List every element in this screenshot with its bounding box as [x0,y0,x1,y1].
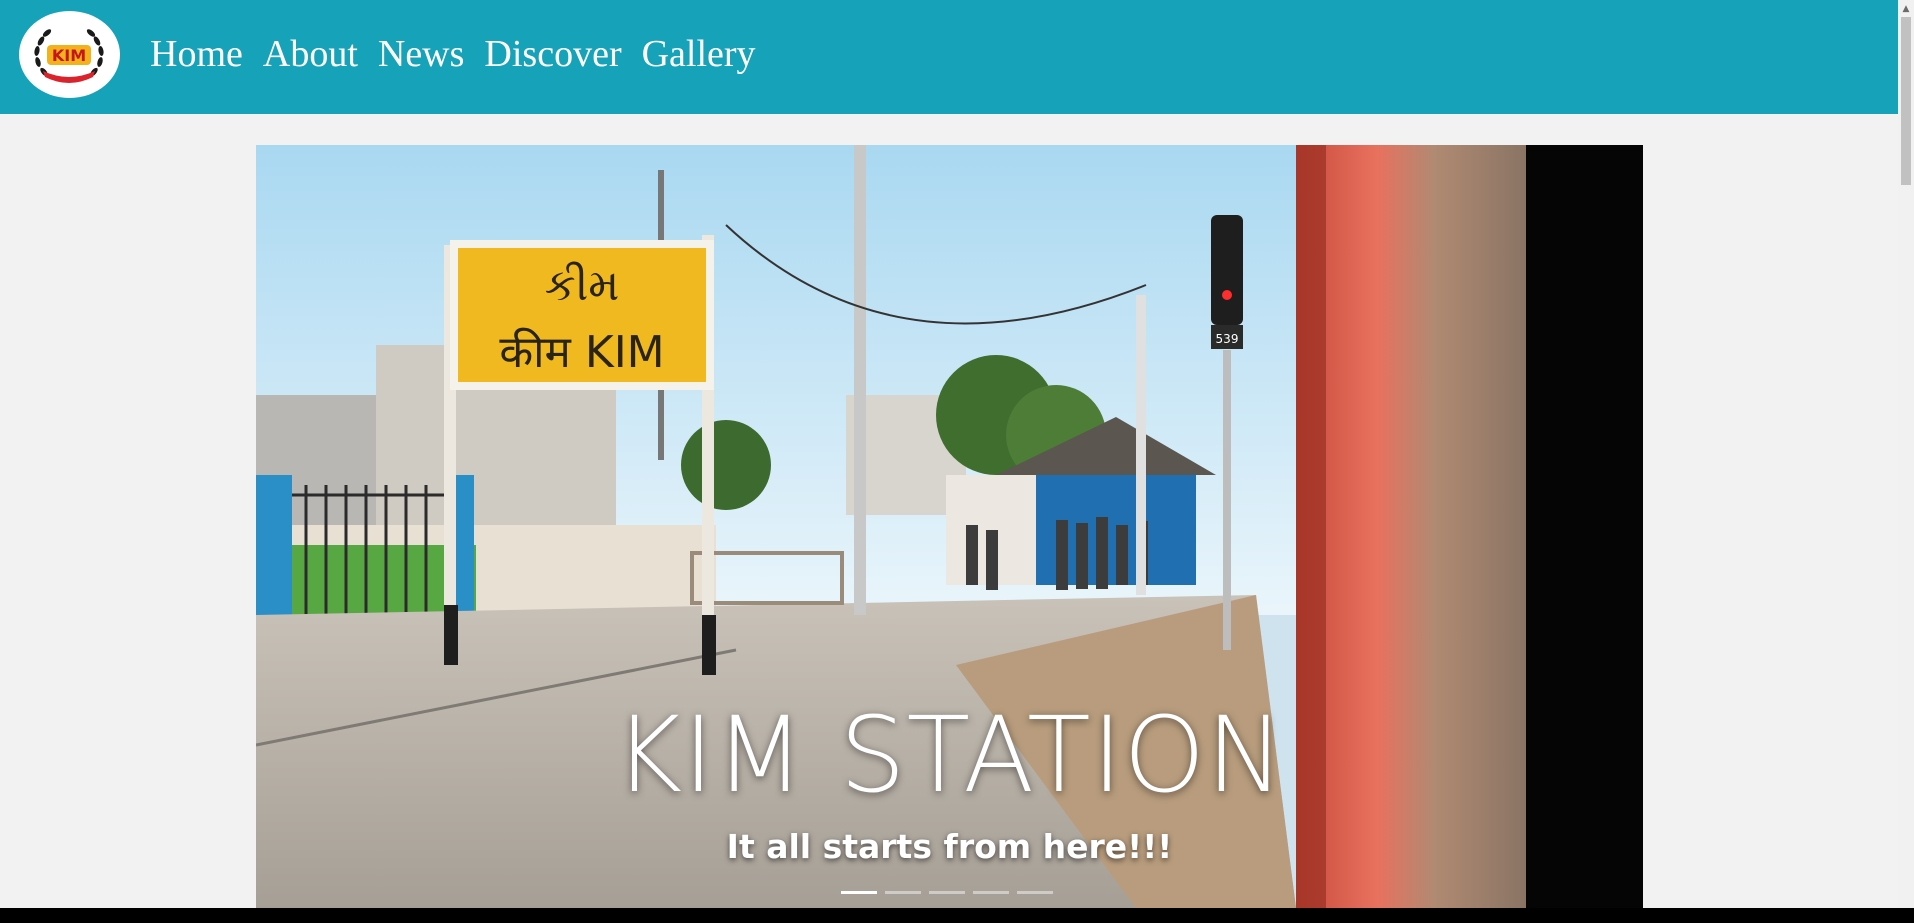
nav-about-link[interactable]: About [263,26,358,82]
scroll-up-arrow-icon[interactable]: ▲ [1898,0,1914,17]
bottom-edge-bar [0,908,1914,923]
main-nav: Home About News Discover Gallery [150,26,756,82]
carousel-indicator[interactable] [885,891,921,894]
sign-line-1: કીમ [545,260,620,311]
signal-number: 539 [1216,332,1239,346]
carousel-indicator[interactable] [841,891,877,894]
nav-home-link[interactable]: Home [150,26,243,82]
hero-carousel[interactable]: 539 કીમ कीम KIM KIM STATION It all start… [256,145,1643,908]
nav-news-link[interactable]: News [378,26,465,82]
scrollbar-thumb[interactable] [1901,17,1911,185]
page-scrollbar[interactable]: ▲ [1898,0,1914,908]
carousel-indicator[interactable] [1017,891,1053,894]
kim-emblem-logo-icon: KIM [29,14,109,94]
station-photo: 539 કીમ कीम KIM [256,145,1643,908]
sign-line-2: कीम KIM [499,327,664,378]
navbar: KIM Home About News Discover Gallery [0,0,1898,114]
carousel-indicator[interactable] [973,891,1009,894]
site-logo[interactable]: KIM [19,11,120,98]
nav-gallery-link[interactable]: Gallery [642,26,756,82]
carousel-indicators [841,891,1053,894]
nav-discover-link[interactable]: Discover [484,26,621,82]
logo-text: KIM [52,46,86,65]
carousel-indicator[interactable] [929,891,965,894]
